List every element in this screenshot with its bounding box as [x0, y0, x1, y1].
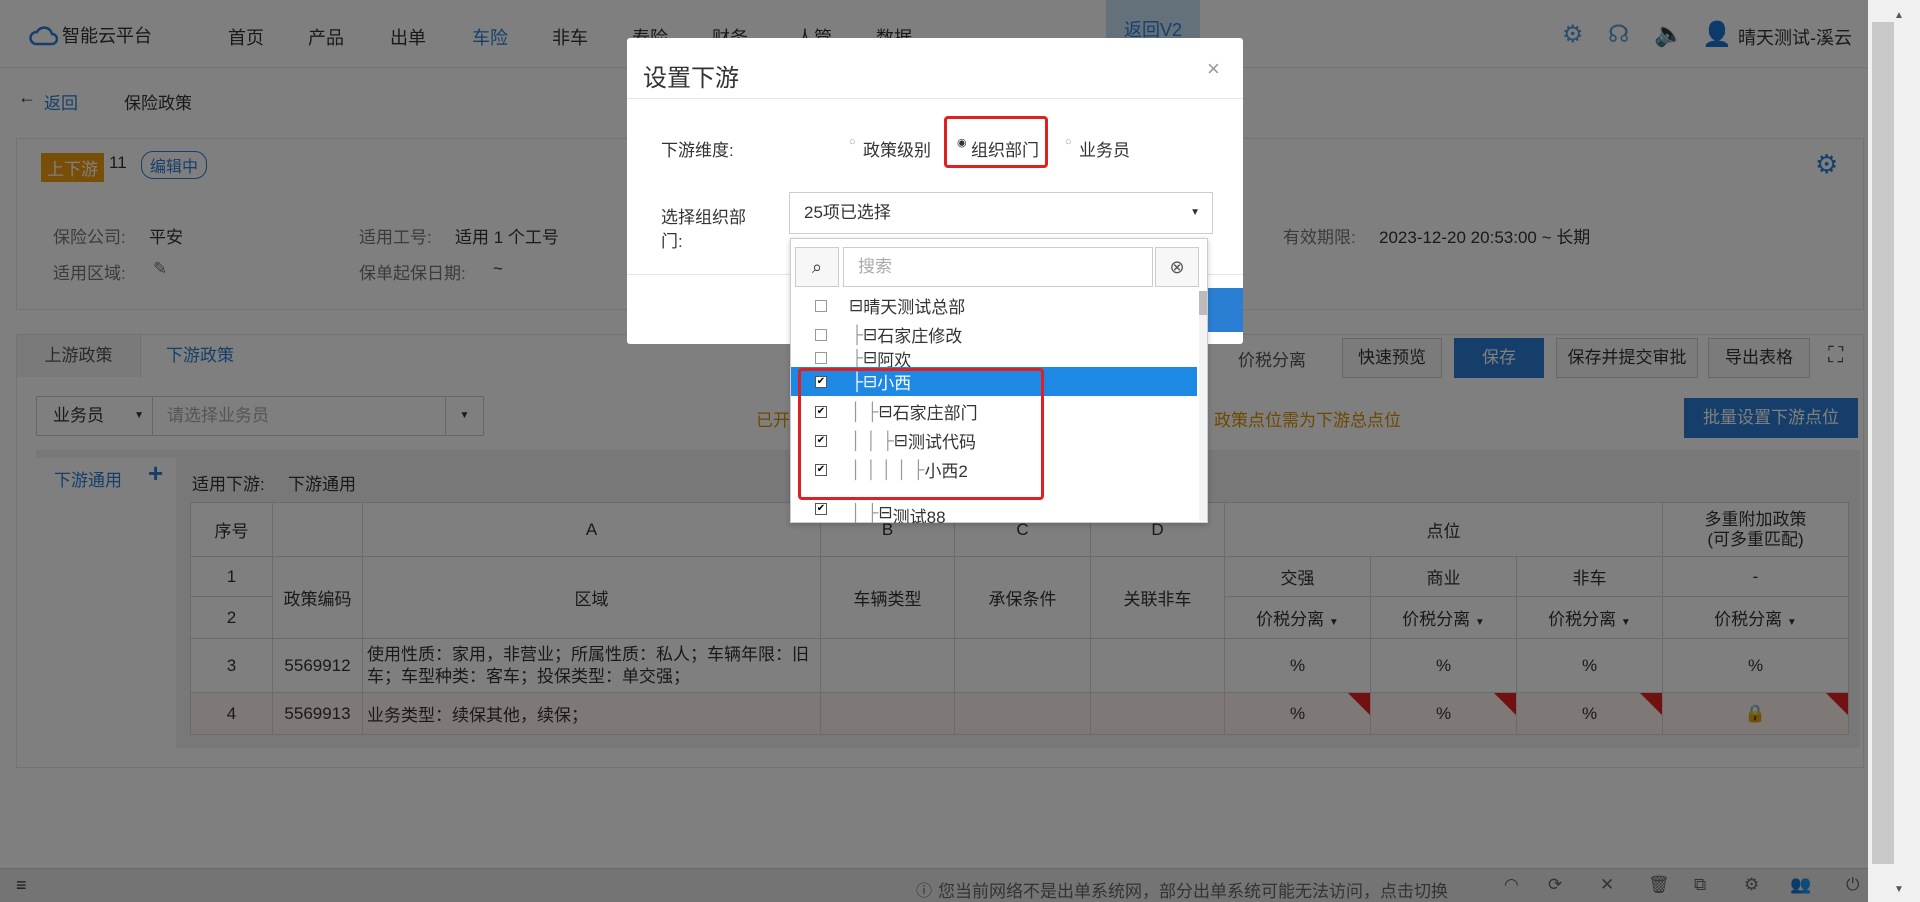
tree-label: 石家庄修改: [877, 327, 963, 346]
radio-policy-level-label[interactable]: 政策级别: [863, 136, 931, 161]
tree-node[interactable]: ⊟ 晴天测试总部: [791, 291, 1197, 320]
org-label: 选择组织部门:: [661, 208, 746, 251]
tree-label: 阿欢: [877, 350, 912, 368]
tree-label: 晴天测试总部: [863, 298, 966, 317]
radio-policy-level[interactable]: ○: [849, 136, 856, 148]
org-multiselect[interactable]: 25项已选择 ▼: [789, 192, 1213, 234]
modal-title: 设置下游: [643, 65, 739, 92]
tree-search-input[interactable]: 搜索: [843, 247, 1153, 287]
tree-checkbox[interactable]: [815, 299, 827, 312]
org-multiselect-value: 25项已选择: [804, 203, 891, 222]
dimension-label: 下游维度:: [661, 141, 734, 160]
tree-checkbox[interactable]: ✔: [815, 503, 827, 515]
tree-checkbox[interactable]: [815, 352, 827, 364]
highlight-box: [944, 116, 1048, 168]
tree-node[interactable]: ├ ⊟ 石家庄修改: [791, 320, 1197, 349]
scrollbar[interactable]: ▲ ▼: [1868, 0, 1920, 902]
tree-checkbox[interactable]: [815, 328, 827, 341]
clear-icon[interactable]: ⊗: [1155, 247, 1199, 287]
tree-scrollbar[interactable]: [1199, 291, 1207, 521]
radio-salesman-label[interactable]: 业务员: [1079, 136, 1130, 161]
close-icon[interactable]: ×: [1207, 56, 1220, 82]
radio-salesman[interactable]: ○: [1065, 136, 1072, 148]
tree-node[interactable]: ├ ⊟ 阿欢: [791, 349, 1197, 367]
highlight-box: [798, 368, 1044, 500]
tree-node[interactable]: ✔ │ ├ ⊟ 测试88: [791, 503, 1197, 523]
tree-label: 测试88: [892, 508, 946, 523]
search-icon[interactable]: ⌕: [795, 247, 839, 287]
